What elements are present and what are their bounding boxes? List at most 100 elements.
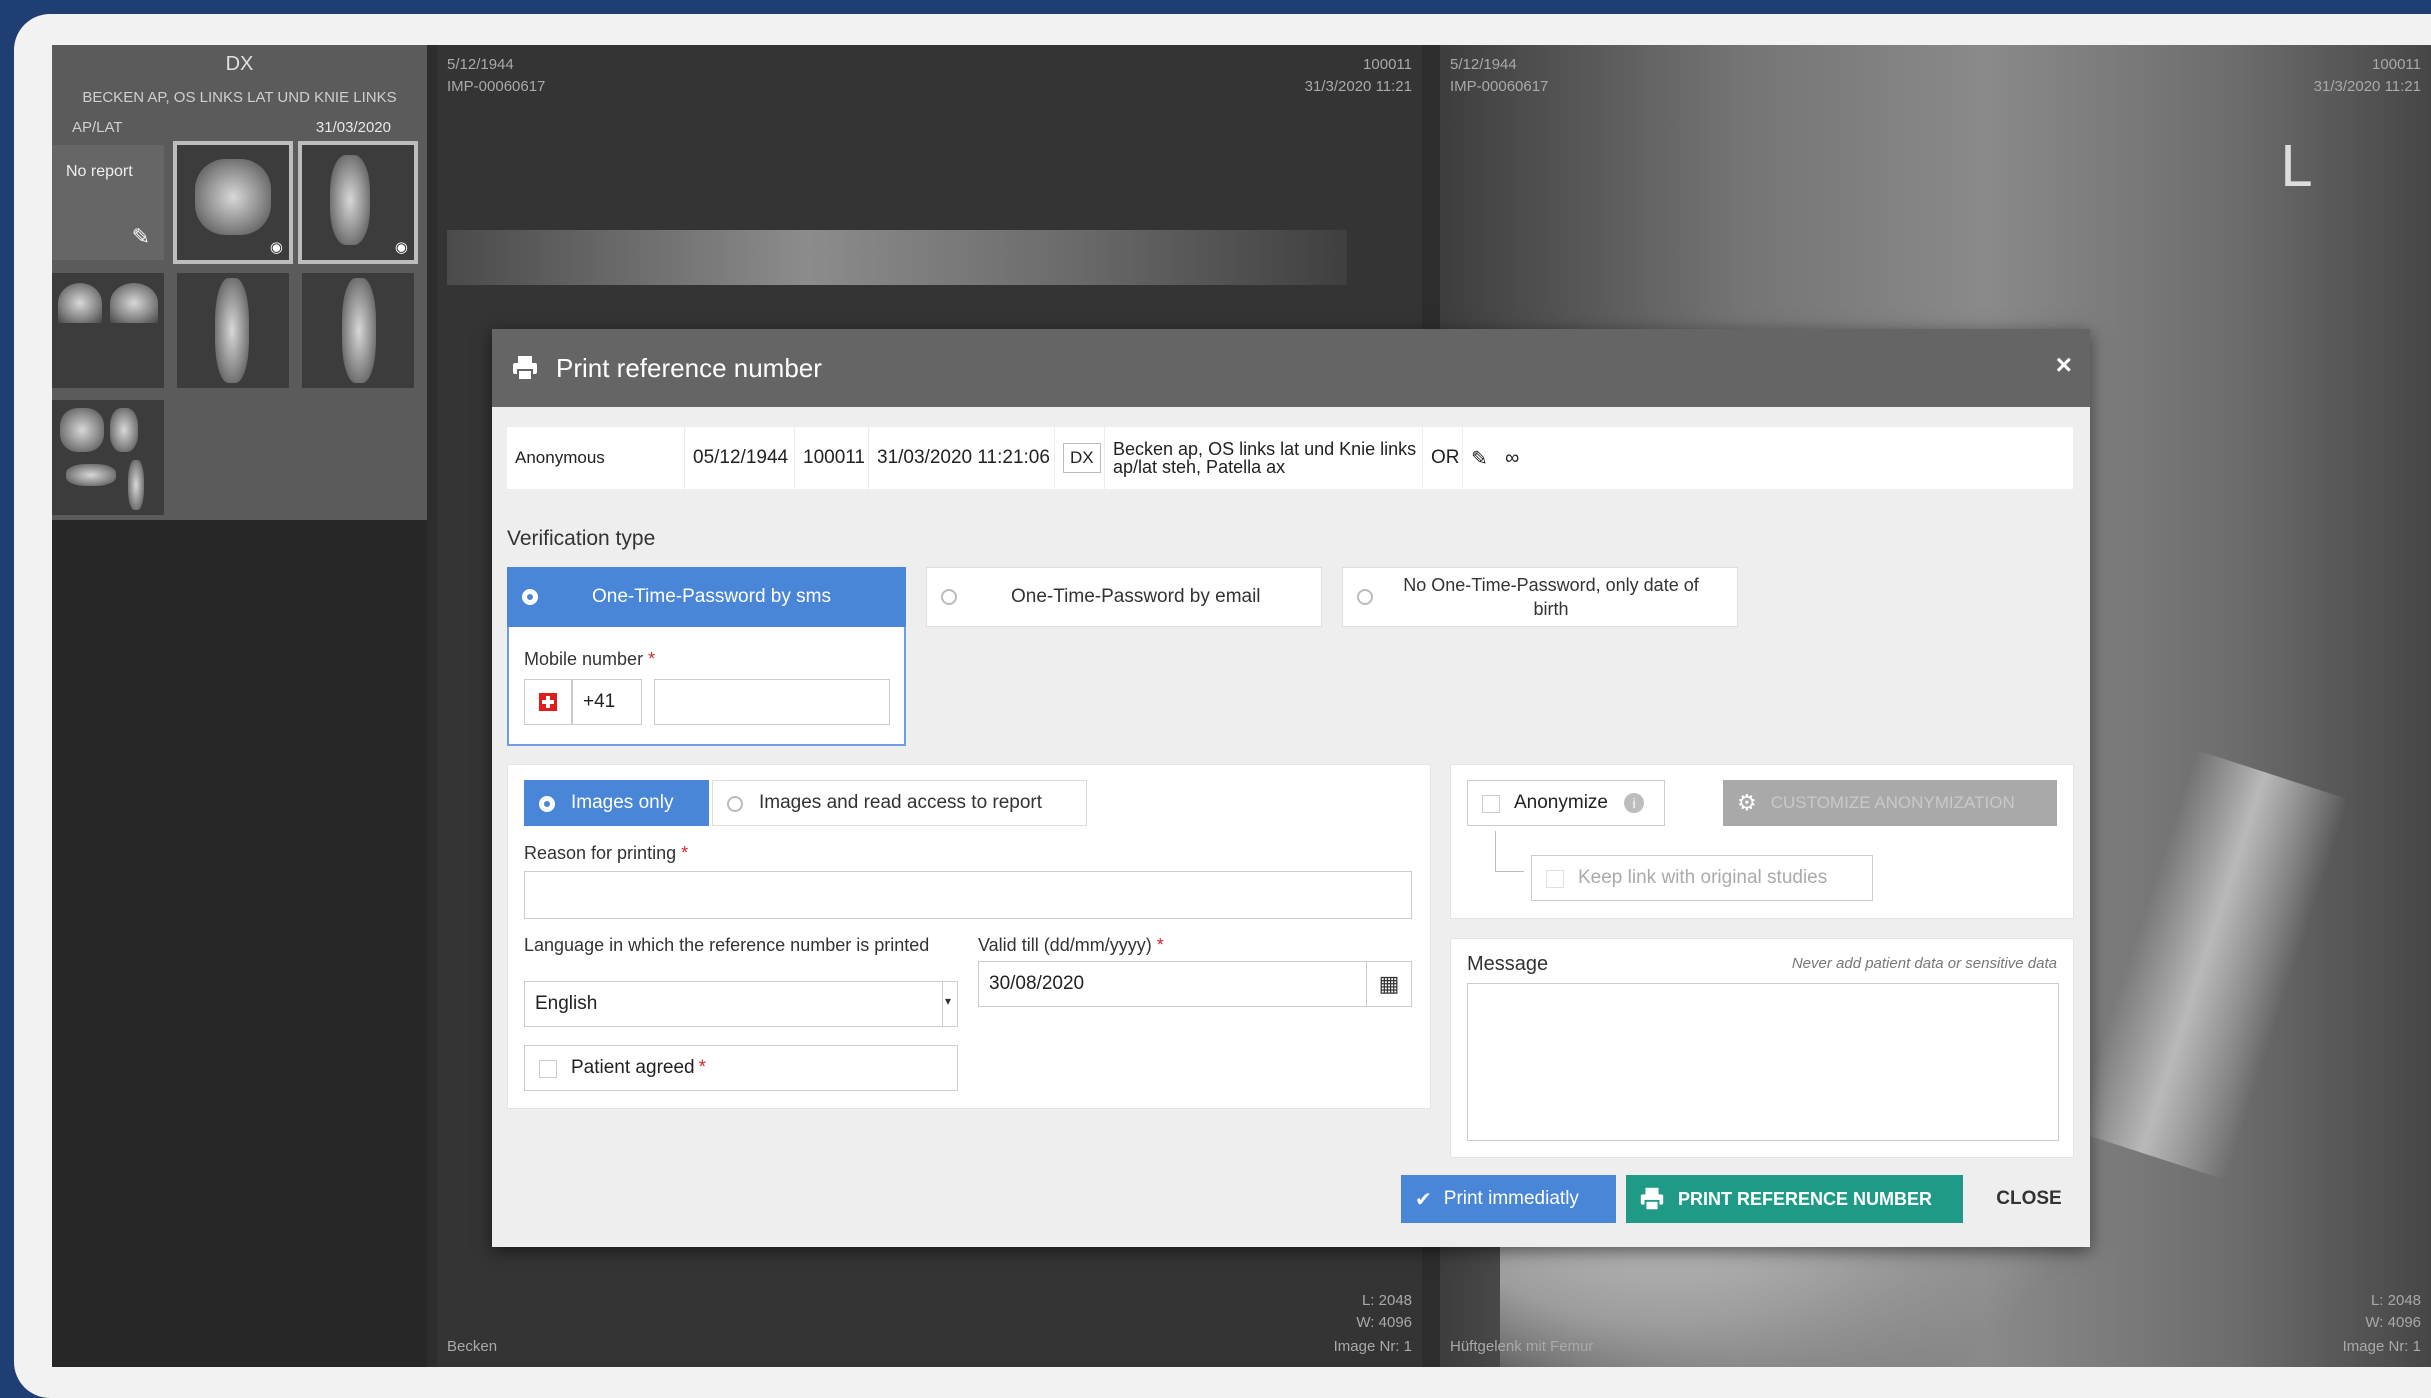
calendar-icon[interactable]: ▦ xyxy=(1366,962,1411,1006)
country-code[interactable]: +41 xyxy=(572,679,642,725)
verification-option-email[interactable]: One-Time-Password by email xyxy=(926,567,1322,627)
xray-image-pelvis xyxy=(447,230,1347,285)
vp-left-level: L: 2048 xyxy=(1361,1292,1412,1309)
radio-sms[interactable] xyxy=(522,589,538,605)
patient-agreed-label: Patient agreed xyxy=(571,1057,695,1078)
info-icon[interactable]: i xyxy=(1624,793,1644,813)
study-description: BECKEN AP, OS LINKS LAT UND KNIE LINKS xyxy=(82,89,397,106)
vp-left-num: 100011 xyxy=(1363,56,1412,73)
modality-badge: DX xyxy=(1063,443,1101,473)
required-mark: * xyxy=(698,1057,706,1078)
study-desc-cell: Becken ap, OS links lat und Knie links a… xyxy=(1105,427,1423,489)
xray-image-femur-shaft xyxy=(2073,750,2349,1180)
message-hint: Never add patient data or sensitive data xyxy=(1791,955,2057,972)
mobile-number-input[interactable] xyxy=(654,679,890,725)
study-patient-id: 100011 xyxy=(795,427,869,489)
study-patient: Anonymous xyxy=(507,427,685,489)
vp-left-datetime: 31/3/2020 11:21 xyxy=(1304,78,1412,95)
dialog-title: Print reference number xyxy=(556,353,822,383)
verification-option-dob[interactable]: No One-Time-Password, only date of birth xyxy=(1342,567,1738,627)
patient-agreed-checkbox-row[interactable]: Patient agreed * xyxy=(524,1045,958,1091)
study-date: 31/03/2020 xyxy=(315,119,391,136)
anonymize-checkbox-row[interactable]: Anonymize i xyxy=(1467,780,1665,826)
vp-left-date: 5/12/1944 xyxy=(447,56,514,73)
vp-right-id: IMP-00060617 xyxy=(1450,78,1549,95)
radio-images-only[interactable] xyxy=(539,796,555,812)
study-subdescription: AP/LAT xyxy=(72,119,123,136)
required-mark: * xyxy=(648,649,656,669)
study-sidebar: DX BECKEN AP, OS LINKS LAT UND KNIE LINK… xyxy=(52,45,427,1367)
reason-input[interactable] xyxy=(524,871,1412,919)
verification-option-sms-label: One-Time-Password by sms xyxy=(592,586,831,607)
language-select[interactable]: English xyxy=(524,981,958,1027)
radio-images-and-report[interactable] xyxy=(727,796,743,812)
keep-link-checkbox[interactable] xyxy=(1546,870,1564,888)
anonymize-label: Anonymize xyxy=(1514,792,1608,813)
check-icon: ✔ xyxy=(1415,1188,1432,1211)
anonymize-checkbox[interactable] xyxy=(1482,795,1500,813)
thumbnail-knee-ap[interactable] xyxy=(177,273,289,388)
edit-icon[interactable]: ✎ xyxy=(1463,427,1497,489)
print-reference-number-button[interactable]: PRINT REFERENCE NUMBER xyxy=(1626,1175,1963,1223)
thumbnail-patella[interactable] xyxy=(52,273,164,388)
radio-email[interactable] xyxy=(941,589,957,605)
vp-left-image-nr: Image Nr: 1 xyxy=(1333,1338,1412,1355)
keep-link-checkbox-row[interactable]: Keep link with original studies xyxy=(1531,855,1873,901)
vp-right-datetime: 31/3/2020 11:21 xyxy=(2313,78,2421,95)
message-textarea[interactable] xyxy=(1467,983,2059,1141)
close-icon[interactable]: × xyxy=(2056,349,2072,381)
customize-anonymization-label: CUSTOMIZE ANONYMIZATION xyxy=(1770,793,2015,812)
radio-dob[interactable] xyxy=(1357,589,1373,605)
study-birthdate: 05/12/1944 xyxy=(685,427,795,489)
edit-report-icon[interactable]: ✎ xyxy=(132,224,150,250)
study-summary-row: Anonymous 05/12/1944 100011 31/03/2020 1… xyxy=(507,427,2073,489)
message-label: Message xyxy=(1467,953,1549,975)
study-description-text: Becken ap, OS links lat und Knie links a… xyxy=(1113,439,1417,477)
print-immediately-label: Print immediatly xyxy=(1443,1188,1579,1209)
customize-anonymization-button[interactable]: ⚙ CUSTOMIZE ANONYMIZATION xyxy=(1723,780,2057,826)
image-viewer: DX BECKEN AP, OS LINKS LAT UND KNIE LINK… xyxy=(52,45,2431,1367)
thumbnail-pelvis[interactable]: ◉ xyxy=(173,141,293,264)
valid-till-label: Valid till (dd/mm/yyyy) * xyxy=(978,935,1164,956)
print-immediately-toggle[interactable]: ✔ Print immediatly xyxy=(1401,1175,1616,1223)
gear-icon: ⚙ xyxy=(1737,790,1757,815)
vp-left-id: IMP-00060617 xyxy=(447,78,546,95)
reason-label: Reason for printing * xyxy=(524,843,688,864)
study-card[interactable]: DX BECKEN AP, OS LINKS LAT UND KNIE LINK… xyxy=(52,45,427,520)
vp-right-label: Hüftgelenk mit Femur xyxy=(1450,1338,1594,1355)
thumbnail-hip[interactable]: ◉ xyxy=(298,141,418,264)
close-button[interactable]: CLOSE xyxy=(1984,1175,2074,1223)
option-images-and-report[interactable]: Images and read access to report xyxy=(712,780,1087,826)
print-reference-dialog: Print reference number × Anonymous 05/12… xyxy=(492,329,2090,1247)
valid-till-label-text: Valid till (dd/mm/yyyy) xyxy=(978,935,1152,955)
vp-left-label: Becken xyxy=(447,1338,498,1355)
vp-right-level: L: 2048 xyxy=(2370,1292,2421,1309)
option-images-only[interactable]: Images only xyxy=(524,780,709,826)
vp-right-num: 100011 xyxy=(2372,56,2421,73)
no-report-label: No report xyxy=(66,163,133,180)
link-icon[interactable]: ∞ xyxy=(1497,427,1537,489)
keep-link-label: Keep link with original studies xyxy=(1578,867,1828,888)
tree-connector xyxy=(1495,831,1524,872)
valid-till-value: 30/08/2020 xyxy=(989,973,1085,994)
verification-option-sms[interactable]: One-Time-Password by sms xyxy=(507,567,906,627)
study-modality: DX xyxy=(225,53,254,75)
chevron-down-icon[interactable] xyxy=(942,982,957,1026)
thumbnail-knee-lat[interactable] xyxy=(302,273,414,388)
message-panel: Message Never add patient data or sensit… xyxy=(1450,938,2074,1158)
language-label: Language in which the reference number i… xyxy=(524,935,930,955)
country-flag-select[interactable] xyxy=(524,679,572,725)
reason-label-text: Reason for printing xyxy=(524,843,677,863)
printer-icon xyxy=(513,356,537,381)
swiss-flag-icon xyxy=(539,693,557,711)
option-images-and-report-label: Images and read access to report xyxy=(759,792,1043,813)
language-select-value: English xyxy=(535,993,598,1014)
valid-till-input[interactable]: 30/08/2020 ▦ xyxy=(978,961,1412,1007)
dialog-header: Print reference number × xyxy=(492,329,2090,407)
no-report-tile[interactable]: No report ✎ xyxy=(52,145,164,260)
thumbnail-series-overview[interactable] xyxy=(52,400,164,515)
patient-agreed-checkbox[interactable] xyxy=(539,1060,557,1078)
study-modality-cell: DX xyxy=(1055,427,1105,489)
anonymize-panel: Anonymize i ⚙ CUSTOMIZE ANONYMIZATION Ke… xyxy=(1450,764,2074,919)
option-images-only-label: Images only xyxy=(571,792,674,813)
